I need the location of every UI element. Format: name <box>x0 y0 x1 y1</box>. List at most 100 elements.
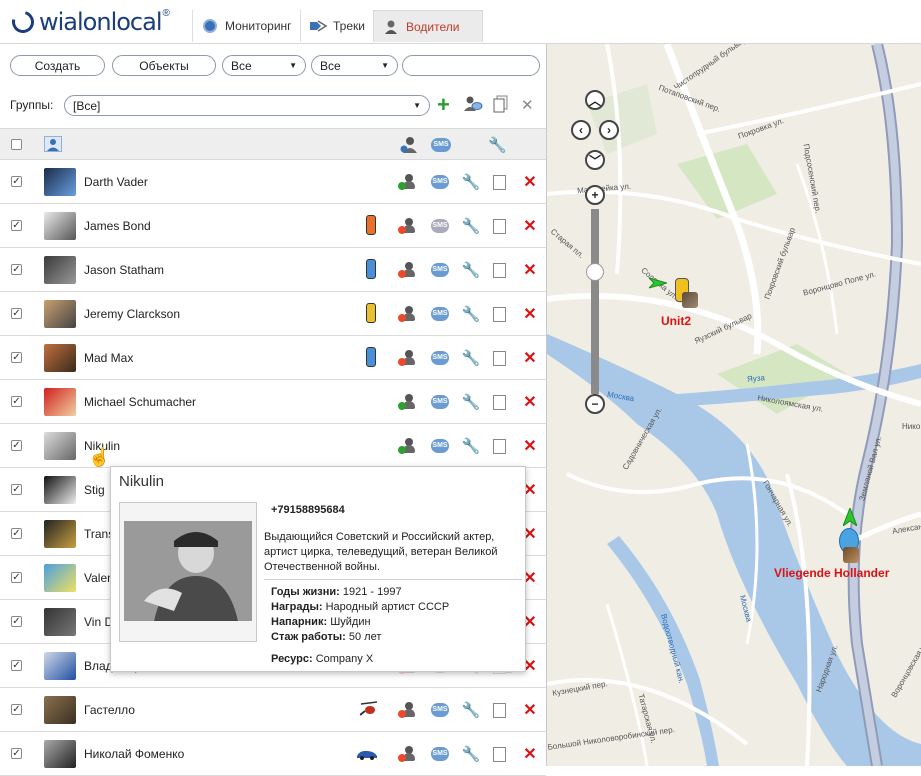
wrench-icon[interactable]: 🔧 <box>462 745 481 763</box>
filter-select-1[interactable]: Все ▼ <box>222 55 306 76</box>
zoom-out-button[interactable]: − <box>585 394 605 414</box>
assign-driver-icon[interactable] <box>398 393 418 411</box>
map[interactable]: Потаповский пер. Чистопрудный бульвар По… <box>547 44 921 766</box>
wrench-icon[interactable]: 🔧 <box>462 393 481 411</box>
row-checkbox[interactable]: ✓ <box>11 660 22 671</box>
delete-icon[interactable]: ✕ <box>521 745 539 763</box>
row-checkbox[interactable]: ✓ <box>11 308 22 319</box>
row-checkbox[interactable]: ✓ <box>11 748 22 759</box>
pan-up-button[interactable]: ︿ <box>585 90 605 110</box>
unit-label[interactable]: Vliegende Hollander <box>774 566 889 580</box>
select-all-checkbox[interactable] <box>11 139 22 150</box>
assign-driver-icon[interactable] <box>398 745 418 763</box>
sms-icon[interactable]: SMS <box>431 217 449 235</box>
wrench-icon[interactable]: 🔧 <box>462 173 481 191</box>
search-input[interactable] <box>402 55 540 76</box>
delete-icon[interactable]: ✕ <box>521 217 539 235</box>
group-view-icon[interactable] <box>463 95 483 118</box>
row-checkbox[interactable]: ✓ <box>11 396 22 407</box>
sms-icon[interactable]: SMS <box>431 393 449 411</box>
assign-driver-icon[interactable] <box>398 261 418 279</box>
row-checkbox[interactable]: ✓ <box>11 528 22 539</box>
row-checkbox[interactable]: ✓ <box>11 616 22 627</box>
copy-icon[interactable] <box>490 215 512 235</box>
delete-icon[interactable]: ✕ <box>521 173 539 191</box>
groups-select[interactable]: [Все] ▼ <box>64 95 430 116</box>
sms-icon[interactable]: SMS <box>431 349 449 367</box>
assign-driver-column-icon[interactable] <box>400 136 418 157</box>
copy-icon[interactable] <box>490 391 512 411</box>
sms-icon[interactable]: SMS <box>431 305 449 323</box>
pan-right-button[interactable]: › <box>599 120 619 140</box>
sms-icon[interactable]: SMS <box>431 701 449 719</box>
row-checkbox[interactable]: ✓ <box>11 440 22 451</box>
driver-photo-column-icon <box>44 136 62 152</box>
assign-driver-icon[interactable] <box>398 349 418 367</box>
copy-icon[interactable] <box>490 303 512 323</box>
zoom-in-button[interactable]: + <box>585 185 605 205</box>
wrench-icon[interactable]: 🔧 <box>462 217 481 235</box>
wrench-icon[interactable]: 🔧 <box>462 305 481 323</box>
table-row[interactable]: ✓ Mad Max SMS 🔧 ✕ <box>0 336 546 380</box>
wrench-icon[interactable]: 🔧 <box>462 261 481 279</box>
row-checkbox[interactable]: ✓ <box>11 484 22 495</box>
create-button[interactable]: Создать <box>10 55 105 76</box>
copy-icon[interactable] <box>490 435 512 455</box>
delete-icon[interactable]: ✕ <box>521 701 539 719</box>
assign-driver-icon[interactable] <box>398 305 418 323</box>
copy-icon[interactable] <box>490 699 512 719</box>
assign-driver-icon[interactable] <box>398 701 418 719</box>
unit-label[interactable]: Unit2 <box>661 314 691 328</box>
assign-driver-icon[interactable] <box>398 437 418 455</box>
driver-tooltip: Nikulin +79158895684 Выдающийся Советски… <box>110 466 526 672</box>
copy-icon[interactable] <box>490 259 512 279</box>
sms-icon[interactable]: SMS <box>431 261 449 279</box>
tab-drivers[interactable]: Водители <box>373 10 483 42</box>
wrench-column-icon[interactable]: 🔧 <box>488 136 507 154</box>
row-checkbox[interactable]: ✓ <box>11 176 22 187</box>
close-icon[interactable]: ✕ <box>521 96 534 114</box>
table-row[interactable]: ✓ Jeremy Clarckson SMS 🔧 ✕ <box>0 292 546 336</box>
copy-icon[interactable] <box>490 347 512 367</box>
app-logo[interactable]: wialonlocal ® <box>7 6 170 38</box>
table-row[interactable]: ✓ Michael Schumacher SMS 🔧 ✕ <box>0 380 546 424</box>
row-checkbox[interactable]: ✓ <box>11 572 22 583</box>
row-checkbox[interactable]: ✓ <box>11 264 22 275</box>
table-row[interactable]: ✓ Darth Vader SMS 🔧 ✕ <box>0 160 546 204</box>
tab-tracks[interactable]: Треки <box>300 10 375 42</box>
table-row[interactable]: ✓ Гастелло SMS 🔧 ✕ <box>0 688 546 732</box>
row-checkbox[interactable]: ✓ <box>11 220 22 231</box>
copy-icon[interactable] <box>490 171 512 191</box>
sms-icon[interactable]: SMS <box>431 173 449 191</box>
copy-icon[interactable] <box>493 95 509 118</box>
assign-driver-icon[interactable] <box>398 173 418 191</box>
sms-icon[interactable]: SMS <box>431 437 449 455</box>
table-row[interactable]: ✓ Николай Фоменко SMS 🔧 ✕ <box>0 732 546 776</box>
sms-column-icon[interactable]: SMS <box>431 138 451 152</box>
driver-thumbnail <box>44 300 76 328</box>
delete-icon[interactable]: ✕ <box>521 261 539 279</box>
copy-icon[interactable] <box>490 743 512 763</box>
zoom-slider-track[interactable] <box>591 209 599 394</box>
tab-monitoring[interactable]: Мониторинг <box>192 10 302 42</box>
zoom-slider-handle[interactable] <box>586 263 604 281</box>
filter-select-2[interactable]: Все ▼ <box>311 55 398 76</box>
row-checkbox[interactable]: ✓ <box>11 352 22 363</box>
pan-down-button[interactable]: ﹀ <box>585 150 605 170</box>
delete-icon[interactable]: ✕ <box>521 393 539 411</box>
wrench-icon[interactable]: 🔧 <box>462 349 481 367</box>
row-checkbox[interactable]: ✓ <box>11 704 22 715</box>
delete-icon[interactable]: ✕ <box>521 349 539 367</box>
add-icon[interactable]: + <box>437 92 450 118</box>
assign-driver-icon[interactable] <box>398 217 418 235</box>
table-row[interactable]: ✓ James Bond SMS 🔧 ✕ <box>0 204 546 248</box>
delete-icon[interactable]: ✕ <box>521 437 539 455</box>
pan-left-button[interactable]: ‹ <box>571 120 591 140</box>
table-row[interactable]: ✓ Jason Statham SMS 🔧 ✕ <box>0 248 546 292</box>
delete-icon[interactable]: ✕ <box>521 305 539 323</box>
wrench-icon[interactable]: 🔧 <box>462 701 481 719</box>
wrench-icon[interactable]: 🔧 <box>462 437 481 455</box>
sms-icon[interactable]: SMS <box>431 745 449 763</box>
table-row[interactable]: ✓ Nikulin SMS 🔧 ✕ <box>0 424 546 468</box>
objects-button[interactable]: Объекты <box>112 55 216 76</box>
